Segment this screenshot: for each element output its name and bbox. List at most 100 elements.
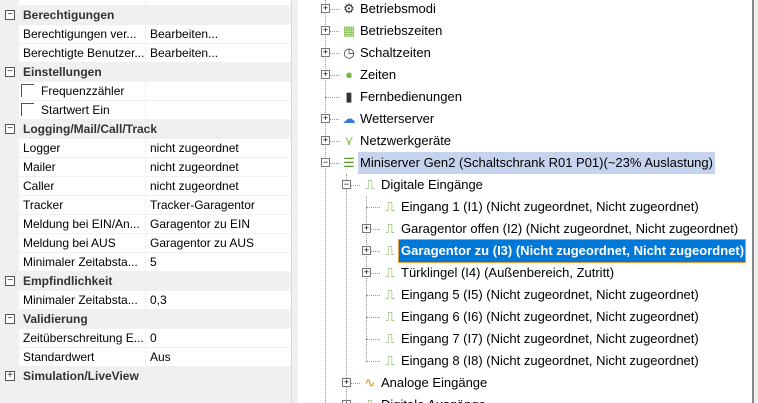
category-berechtigungen[interactable]: − Berechtigungen [0,6,291,25]
tree-item[interactable]: ⎍ Eingang 5 (I5) (Nicht zugeordnet, Nicht… [298,284,752,306]
properties-panel: ☆☆☆☆☆☆☆☆☆☆☆☆ −BerechtigungenBerechtigung… [0,0,292,403]
property-value[interactable]: nicht zugeordnet [146,158,291,176]
property-value[interactable]: Garagentor zu AUS [146,234,291,252]
tree-item[interactable]: ⎍ Eingang 7 (I7) (Nicht zugeordnet, Nicht… [298,328,752,350]
property-value[interactable]: Bearbeiten... [146,44,291,62]
property-row[interactable]: Minimaler Zeitabsta... 0,3 [0,291,291,310]
tree-item[interactable]: ⎍ Eingang 1 (I1) (Nicht zugeordnet, Nicht… [298,196,752,218]
property-value[interactable]: Tracker-Garagentor [146,196,291,214]
tree-item[interactable]: ⎍ Eingang 8 (I8) (Nicht zugeordnet, Nicht… [298,350,752,372]
expand-icon[interactable]: + [342,378,351,387]
property-row[interactable]: Mailer nicht zugeordnet [0,158,291,177]
tree-item-label: Eingang 6 (I6) (Nicht zugeordnet, Nicht … [401,309,699,324]
tree-item-label: Betriebszeiten [360,23,443,38]
category-validierung[interactable]: − Validierung [0,310,291,329]
property-row[interactable]: Minimaler Zeitabsta... 5 [0,253,291,272]
tree-item[interactable]: + ⚙ Betriebsmodi [298,0,752,20]
digital-output-icon: ⎍ [362,397,378,403]
expand-icon[interactable]: + [5,371,15,381]
tree-item-label: Garagentor zu (I3) (Nicht zugeordnet, Ni… [398,239,746,263]
property-row[interactable]: Caller nicht zugeordnet [0,177,291,196]
property-name-text: Standardwert [23,350,95,364]
property-name-text: Minimaler Zeitabsta... [23,293,138,307]
tree-item[interactable]: + ⎍ Garagentor zu (I3) (Nicht zugeordnet, … [298,239,752,263]
collapse-icon[interactable]: − [5,124,15,134]
category-einstellungen[interactable]: − Einstellungen [0,63,291,82]
category-logging-mail-call-track[interactable]: − Logging/Mail/Call/Track [0,120,291,139]
expand-icon[interactable]: + [321,26,330,35]
expand-icon[interactable]: + [321,4,330,13]
expand-icon[interactable]: + [321,48,330,57]
property-row[interactable]: Logger nicht zugeordnet [0,139,291,158]
timer-icon: ● [345,67,353,82]
property-name-text: Tracker [23,198,64,212]
property-name-text: Zeitüberschreitung E... [23,331,144,345]
tree-item[interactable]: ⎍ Eingang 6 (I6) (Nicht zugeordnet, Nicht… [298,306,752,328]
property-name: Mailer [19,158,145,176]
collapse-icon[interactable]: − [321,158,330,167]
property-row[interactable]: Zeitüberschreitung E... 0 [0,329,291,348]
property-name: Standardwert [19,348,145,366]
property-value[interactable]: 0,3 [146,291,291,309]
property-value[interactable]: Bearbeiten... [146,25,291,43]
property-row[interactable]: Tracker Tracker-Garagentor [0,196,291,215]
property-value[interactable]: nicht zugeordnet [146,177,291,195]
tree-item[interactable]: ▮ Fernbedienungen [298,86,752,108]
calendar-icon: ▦ [342,23,356,38]
category-simulation-liveview[interactable]: + Simulation/LiveView [0,367,291,386]
tree-guide-line [366,361,380,362]
vertical-scrollbar[interactable] [752,0,758,403]
property-row[interactable]: Meldung bei AUS Garagentor zu AUS [0,234,291,253]
property-name-text: Caller [23,179,55,193]
tree-item[interactable]: + ⋎ Netzwerkgeräte [298,130,752,152]
tree-item[interactable]: + ● Zeiten [298,64,752,86]
category-label: Empfindlichkeit [23,274,113,288]
property-row[interactable]: Standardwert Aus [0,348,291,367]
tree-item-label: Garagentor offen (I2) (Nicht zugeordnet,… [401,221,739,236]
property-value[interactable]: Garagentor zu EIN [146,215,291,233]
property-value[interactable] [146,101,291,119]
collapse-icon[interactable]: − [342,180,351,189]
digital-input-icon: ⎍ [385,221,395,236]
expand-icon[interactable]: + [321,70,330,79]
gear-icon: ⚙ [343,1,355,16]
tree-item[interactable]: + ⎍ Türklingel (I4) (Außenbereich, Zutritt… [298,262,752,284]
tree-item[interactable]: − ☰ Miniserver Gen2 (Schaltschrank R01 P01… [298,152,752,174]
property-value[interactable]: Aus [146,348,291,366]
tree-item[interactable]: + ⎍ Garagentor offen (I2) (Nicht zugeordne… [298,218,752,240]
tree-item[interactable]: + ☁ Wetterserver [298,108,752,130]
checkbox[interactable] [21,103,34,116]
collapse-icon[interactable]: − [5,10,15,20]
tree-item[interactable]: + ∿ Analoge Eingänge [298,372,752,394]
collapse-icon[interactable]: − [5,276,15,286]
property-name-text: Meldung bei AUS [23,236,116,250]
checkbox[interactable] [21,84,34,97]
category-empfindlichkeit[interactable]: − Empfindlichkeit [0,272,291,291]
property-name-text: Minimaler Zeitabsta... [23,255,138,269]
property-row[interactable]: Frequenzzähler [0,82,291,101]
expand-icon[interactable]: + [362,224,371,233]
property-value[interactable] [146,82,291,100]
property-value[interactable]: 5 [146,253,291,271]
collapse-icon[interactable]: − [5,67,15,77]
tree-item-label: Eingang 7 (I7) (Nicht zugeordnet, Nicht … [401,331,699,346]
tree-item[interactable]: + ◷ Schaltzeiten [298,42,752,64]
property-row[interactable]: Meldung bei EIN/An... Garagentor zu EIN [0,215,291,234]
property-row[interactable]: Berechtigungen ver... Bearbeiten... [0,25,291,44]
digital-input-icon: ⎍ [385,353,395,368]
expand-icon[interactable]: + [321,114,330,123]
expand-icon[interactable]: + [362,246,371,255]
tree-item[interactable]: +⎍Digitale Ausgänge [298,394,752,403]
property-value[interactable]: 0 [146,329,291,347]
tree-item[interactable]: − ⎍ Digitale Eingänge [298,174,752,196]
collapse-icon[interactable]: − [5,314,15,324]
property-name: Berechtigungen ver... [19,25,145,43]
property-row[interactable]: Startwert Ein [0,101,291,120]
property-row[interactable]: Berechtigte Benutzer... Bearbeiten... [0,44,291,63]
property-name: Tracker [19,196,145,214]
category-label: Validierung [23,312,88,326]
tree-item[interactable]: + ▦ Betriebszeiten [298,20,752,42]
expand-icon[interactable]: + [362,268,371,277]
property-value[interactable]: nicht zugeordnet [146,139,291,157]
expand-icon[interactable]: + [321,136,330,145]
